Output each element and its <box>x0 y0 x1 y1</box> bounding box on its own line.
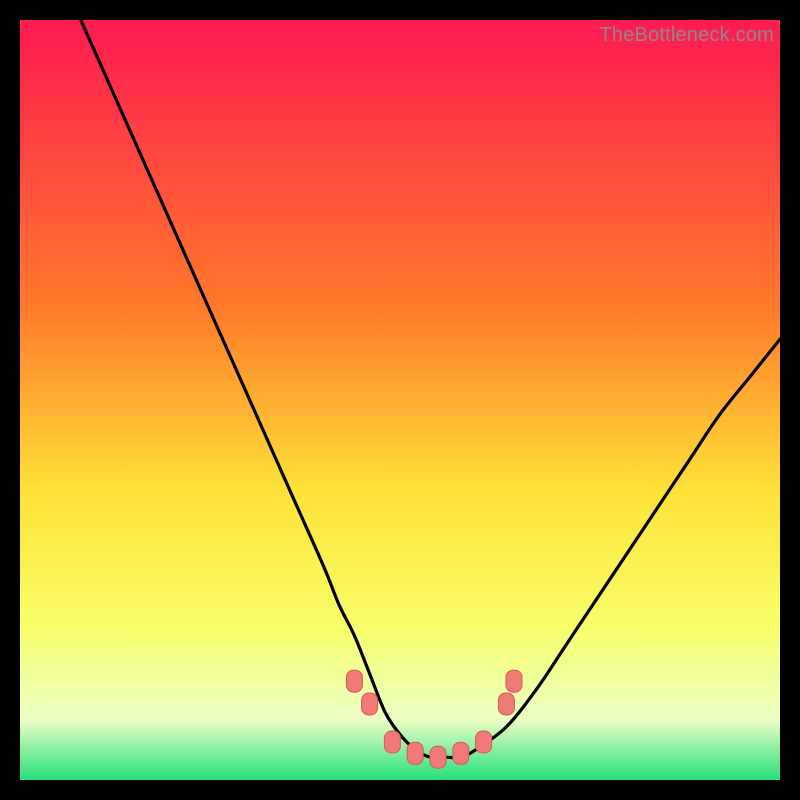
curve-marker <box>453 742 469 764</box>
curve-marker <box>430 746 446 768</box>
curve-marker <box>498 693 514 715</box>
curve-marker <box>362 693 378 715</box>
bottleneck-chart <box>20 20 780 780</box>
curve-marker <box>407 742 423 764</box>
gradient-background <box>20 20 780 780</box>
curve-marker <box>346 670 362 692</box>
watermark-text: TheBottleneck.com <box>599 24 774 47</box>
curve-marker <box>476 731 492 753</box>
curve-marker <box>506 670 522 692</box>
curve-marker <box>384 731 400 753</box>
